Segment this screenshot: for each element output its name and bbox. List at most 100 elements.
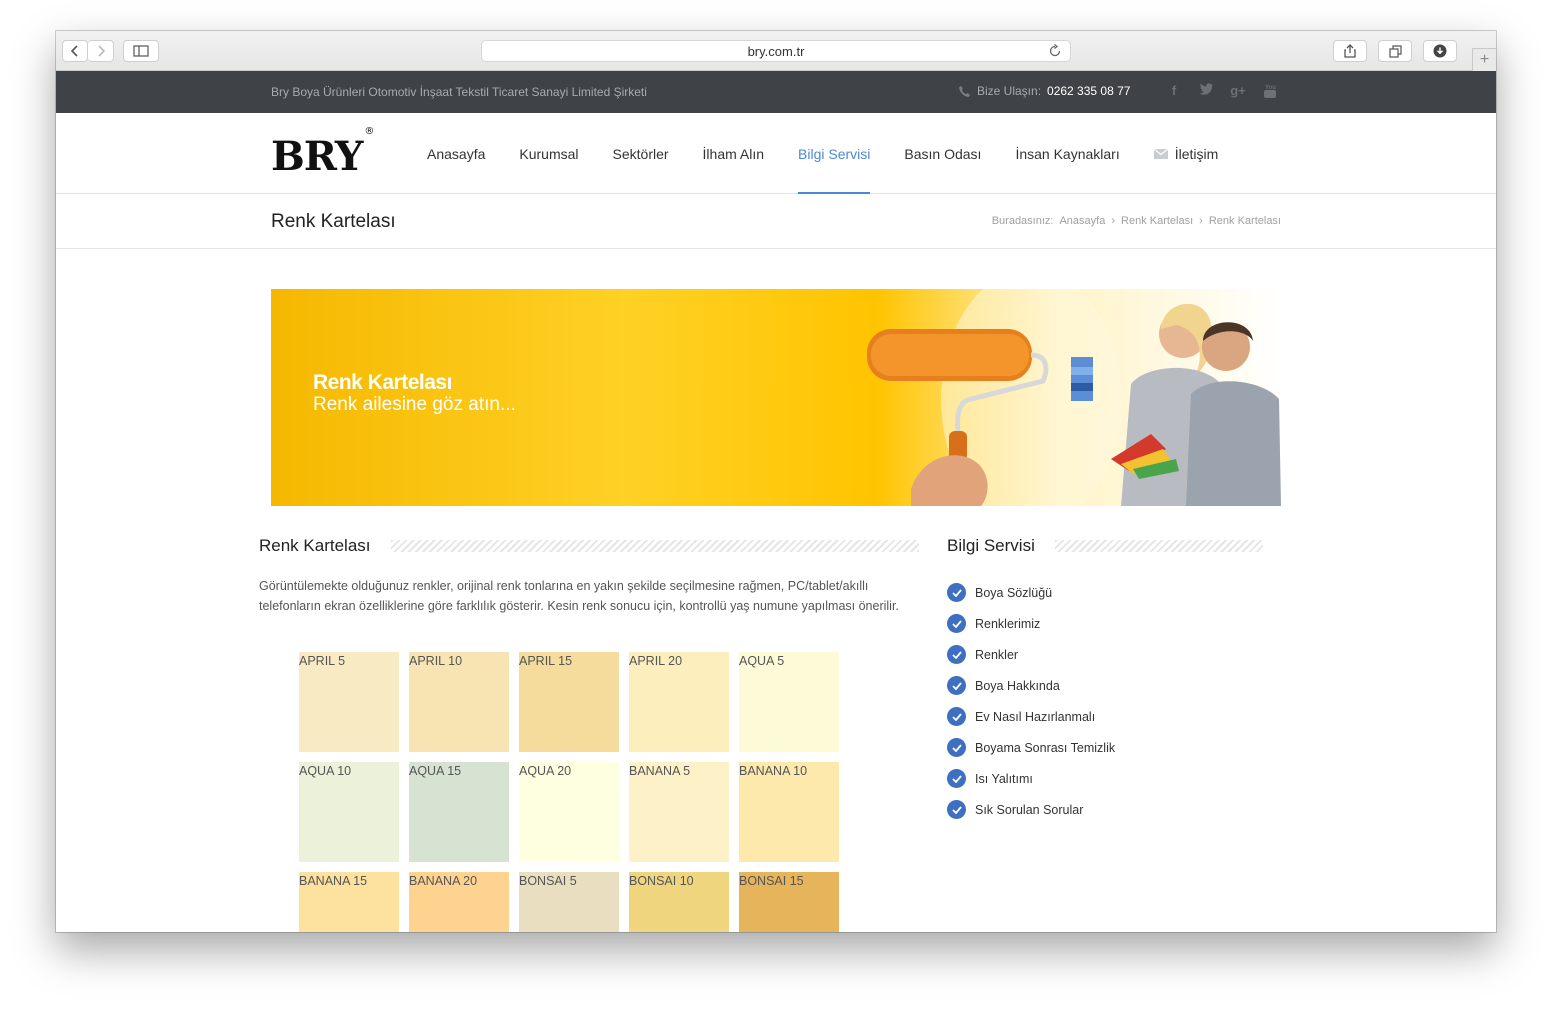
breadcrumb-separator: › xyxy=(1199,215,1203,227)
downloads-button[interactable] xyxy=(1423,40,1457,62)
color-swatch[interactable]: APRIL 20 xyxy=(629,652,729,752)
breadcrumb: Buradasınız: Anasayfa › Renk Kartelası ›… xyxy=(992,215,1281,227)
sidebar-item-boyama-sonrasi-temizlik[interactable]: Boyama Sonrası Temizlik xyxy=(947,732,1115,763)
sidebar-item-boya-hakkinda[interactable]: Boya Hakkında xyxy=(947,670,1115,701)
chevron-right-icon xyxy=(97,45,105,57)
check-circle-icon xyxy=(947,769,966,788)
mail-icon xyxy=(1153,148,1168,159)
intro-text: Görüntülemekte olduğunuz renkler, orijin… xyxy=(259,579,899,613)
url-text: bry.com.tr xyxy=(747,43,805,59)
color-swatch[interactable]: APRIL 15 xyxy=(519,652,619,752)
youtube-icon[interactable]: You xyxy=(1262,83,1278,99)
swatch-label: BONSAI 15 xyxy=(739,874,804,888)
swatch-label: AQUA 15 xyxy=(409,764,462,778)
breadcrumb-item-anasayfa[interactable]: Anasayfa xyxy=(1059,215,1105,227)
share-icon xyxy=(1344,44,1356,58)
check-circle-icon xyxy=(947,676,966,695)
heading-stripe xyxy=(1054,540,1263,552)
check-circle-icon xyxy=(947,738,966,757)
sidebar-title: Bilgi Servisi xyxy=(947,536,1035,555)
sidebar-icon xyxy=(133,45,149,57)
nav-item-kurumsal[interactable]: Kurumsal xyxy=(502,113,595,194)
check-circle-icon xyxy=(947,800,966,819)
color-swatch[interactable]: BONSAI 5 xyxy=(519,872,619,932)
color-swatch[interactable]: BANANA 10 xyxy=(739,762,839,862)
sidebar-item-sik-sorulan-sorular[interactable]: Sık Sorulan Sorular xyxy=(947,794,1115,825)
chevron-left-icon xyxy=(70,45,78,57)
nav-item-anasayfa[interactable]: Anasayfa xyxy=(427,113,502,194)
nav-item-ilham-alin[interactable]: İlham Alın xyxy=(686,113,781,194)
tabs-overview-icon xyxy=(1388,44,1402,58)
swatch-label: BANANA 20 xyxy=(409,874,478,888)
banner-subtitle: Renk ailesine göz atın... xyxy=(313,394,516,415)
swatch-label: AQUA 10 xyxy=(299,764,352,778)
sidebar-item-boya-sozlugu[interactable]: Boya Sözlüğü xyxy=(947,577,1115,608)
swatch-label: APRIL 5 xyxy=(299,654,346,668)
color-swatch[interactable]: BANANA 15 xyxy=(299,872,399,932)
sidebar-item-label: Isı Yalıtımı xyxy=(975,771,1033,786)
sidebar-toggle-button[interactable] xyxy=(123,40,159,62)
breadcrumb-item-renk-kartelasi[interactable]: Renk Kartelası xyxy=(1121,215,1193,227)
sidebar-item-renklerimiz[interactable]: Renklerimiz xyxy=(947,608,1115,639)
color-swatch[interactable]: APRIL 5 xyxy=(299,652,399,752)
back-button[interactable] xyxy=(62,40,88,62)
hero-banner: Renk Kartelası Renk ailesine göz atın... xyxy=(271,289,1281,506)
swatch-label: APRIL 15 xyxy=(519,654,573,668)
color-swatch[interactable]: AQUA 15 xyxy=(409,762,509,862)
check-circle-icon xyxy=(947,645,966,664)
browser-toolbar: bry.com.tr + xyxy=(56,31,1496,71)
reload-icon[interactable] xyxy=(1048,44,1062,58)
sidebar-item-isi-yalitimi[interactable]: Isı Yalıtımı xyxy=(947,763,1115,794)
forward-button[interactable] xyxy=(88,40,114,62)
logo-registered-mark: ® xyxy=(364,125,374,137)
sidebar-item-renkler[interactable]: Renkler xyxy=(947,639,1115,670)
color-swatch[interactable]: BONSAI 10 xyxy=(629,872,729,932)
color-swatch[interactable]: BANANA 5 xyxy=(629,762,729,862)
nav-item-iletisim[interactable]: İletişim xyxy=(1137,113,1236,194)
main-nav: Anasayfa Kurumsal Sektörler İlham Alın B… xyxy=(427,113,1235,194)
address-bar[interactable]: bry.com.tr xyxy=(481,40,1071,62)
logo-text: BRY xyxy=(271,133,363,180)
share-button[interactable] xyxy=(1333,40,1367,62)
nav-item-insan-kaynaklari[interactable]: İnsan Kaynakları xyxy=(998,113,1136,194)
swatch-label: BONSAI 10 xyxy=(629,874,694,888)
google-plus-icon[interactable]: g+ xyxy=(1230,83,1246,99)
twitter-icon[interactable] xyxy=(1198,83,1214,99)
social-links: f g+ You xyxy=(1166,83,1278,99)
check-circle-icon xyxy=(947,583,966,602)
swatch-label: BONSAI 5 xyxy=(519,874,577,888)
color-swatch[interactable]: BONSAI 15 xyxy=(739,872,839,932)
nav-item-basin-odasi[interactable]: Basın Odası xyxy=(887,113,998,194)
nav-item-iletisim-label: İletişim xyxy=(1174,145,1219,162)
contact-info: Bize Ulaşın: 0262 335 08 77 xyxy=(958,84,1130,98)
site-logo[interactable]: BRY® xyxy=(271,126,374,180)
sidebar-item-label: Boya Sözlüğü xyxy=(975,585,1053,600)
phone-icon xyxy=(959,85,970,97)
sidebar-item-label: Boyama Sonrası Temizlik xyxy=(975,740,1116,755)
color-swatch[interactable]: BANANA 20 xyxy=(409,872,509,932)
color-swatch[interactable]: AQUA 20 xyxy=(519,762,619,862)
sidebar-item-label: Ev Nasıl Hazırlanmalı xyxy=(975,709,1096,724)
sidebar-links: Boya Sözlüğü Renklerimiz Renkler Boya Ha… xyxy=(947,577,1115,825)
svg-text:You: You xyxy=(1265,85,1276,91)
color-swatch[interactable]: AQUA 5 xyxy=(739,652,839,752)
color-swatch-grid: APRIL 5 APRIL 10 APRIL 15 APRIL 20 AQUA … xyxy=(299,652,839,932)
swatch-label: BANANA 15 xyxy=(299,874,368,888)
sidebar-item-ev-nasil-hazirlanmali[interactable]: Ev Nasıl Hazırlanmalı xyxy=(947,701,1115,732)
sidebar-item-label: Boya Hakkında xyxy=(975,678,1060,693)
tabs-button[interactable] xyxy=(1378,40,1412,62)
swatch-label: BANANA 5 xyxy=(629,764,691,778)
contact-number[interactable]: 0262 335 08 77 xyxy=(1047,84,1130,98)
swatch-label: AQUA 20 xyxy=(519,764,572,778)
facebook-icon[interactable]: f xyxy=(1166,83,1182,99)
color-swatch[interactable]: APRIL 10 xyxy=(409,652,509,752)
top-info-bar: Bry Boya Ürünleri Otomotiv İnşaat Teksti… xyxy=(56,71,1496,113)
nav-item-sektorler[interactable]: Sektörler xyxy=(596,113,686,194)
contact-label: Bize Ulaşın: xyxy=(977,84,1042,98)
sidebar-item-label: Renklerimiz xyxy=(975,616,1041,631)
nav-item-bilgi-servisi[interactable]: Bilgi Servisi xyxy=(781,113,887,194)
new-tab-button[interactable]: + xyxy=(1472,48,1496,71)
browser-window: bry.com.tr + Bry Boya Ürünleri Otomotiv … xyxy=(56,31,1496,932)
color-swatch[interactable]: AQUA 10 xyxy=(299,762,399,862)
banner-title: Renk Kartelası xyxy=(313,371,452,394)
